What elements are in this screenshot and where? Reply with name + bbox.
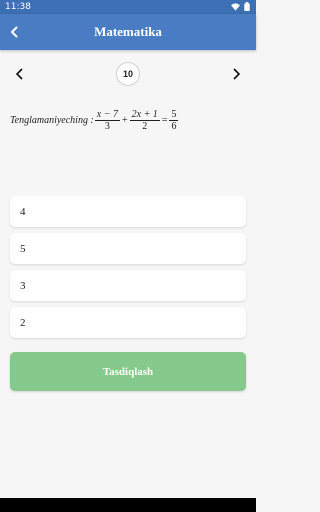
chevron-right-icon[interactable]	[228, 66, 244, 82]
answer-option-1[interactable]: 4	[10, 196, 246, 227]
question-text: Tenglamaniyeching : x − 7 3 + 2x + 1 2 =…	[10, 103, 179, 137]
battery-icon	[244, 2, 250, 14]
submit-button[interactable]: Tasdiqlash	[10, 352, 246, 391]
status-bar: 11:38	[0, 0, 256, 14]
app-bar: Matematika	[0, 14, 256, 50]
fraction-2-denominator: 2	[142, 120, 148, 132]
plus-operator: +	[121, 114, 128, 126]
chevron-left-icon[interactable]	[12, 66, 28, 82]
question-number-badge: 10	[116, 62, 140, 86]
question-navigation: 10	[0, 60, 256, 88]
question-prefix: Tenglamaniyeching :	[10, 114, 94, 126]
page-title: Matematika	[94, 24, 162, 39]
fraction-2-numerator: 2x + 1	[131, 108, 158, 120]
answer-option-2[interactable]: 5	[10, 233, 246, 264]
fraction-2: 2x + 1 2	[129, 108, 160, 132]
fraction-1: x − 7 3	[94, 108, 120, 132]
status-time: 11:38	[5, 2, 31, 12]
status-icons	[231, 2, 250, 14]
fraction-1-numerator: x − 7	[96, 108, 118, 120]
equals-operator: =	[161, 114, 168, 126]
answer-option-3[interactable]: 3	[10, 270, 246, 301]
answer-options: 4 5 3 2	[10, 196, 246, 344]
fraction-3-numerator: 5	[171, 108, 177, 120]
answer-option-4[interactable]: 2	[10, 307, 246, 338]
fraction-1-denominator: 3	[104, 120, 110, 132]
wifi-icon	[231, 2, 240, 14]
system-navigation-bar	[0, 498, 256, 512]
fraction-3-denominator: 6	[171, 120, 177, 132]
fraction-3: 5 6	[169, 108, 179, 132]
